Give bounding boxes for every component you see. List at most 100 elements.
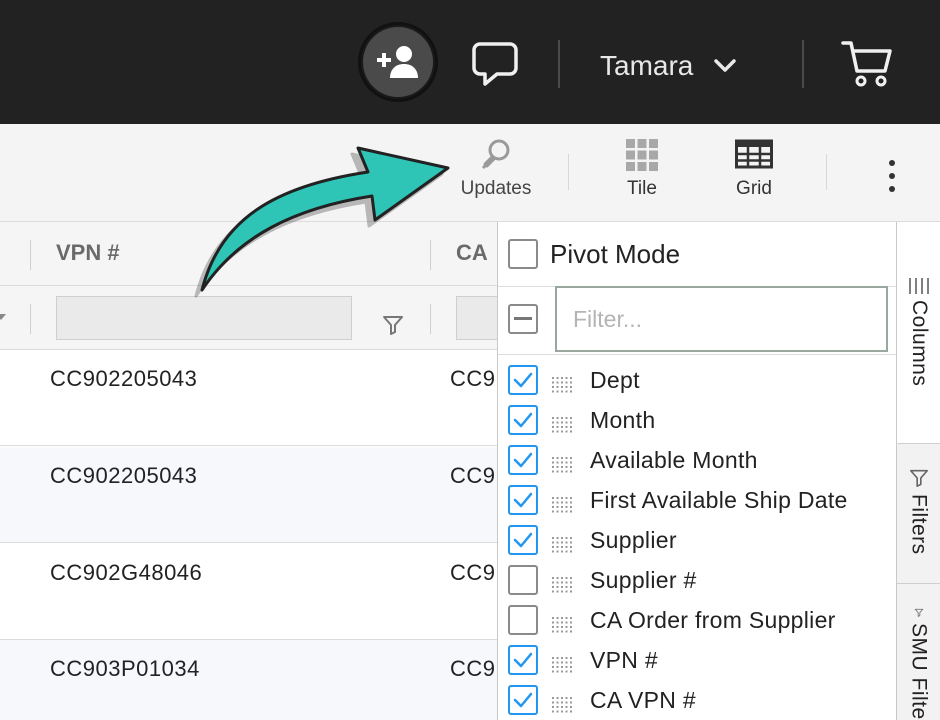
drag-handle-icon[interactable]	[552, 692, 574, 713]
grid-label: Grid	[736, 178, 772, 199]
column-label: Month	[590, 406, 656, 433]
columns-icon	[909, 278, 929, 294]
column-label: CA Order from Supplier	[590, 606, 836, 633]
drag-handle-icon[interactable]	[552, 532, 574, 553]
column-item[interactable]: Available Month	[508, 440, 898, 480]
table-row[interactable]: CC902205043 CC9	[0, 350, 498, 446]
column-checkbox[interactable]	[508, 485, 538, 515]
column-item[interactable]: Month	[508, 400, 898, 440]
drag-handle-icon[interactable]	[552, 372, 574, 393]
tab-columns[interactable]: Columns	[897, 222, 940, 444]
column-item[interactable]: Supplier	[508, 520, 898, 560]
columns-tool-panel: Pivot Mode Dept Month Available Month First…	[497, 222, 897, 720]
table-row[interactable]: CC903P01034 CC9	[0, 640, 498, 720]
add-user-button[interactable]	[358, 22, 438, 102]
cell-ca: CC9	[450, 366, 496, 391]
chat-button[interactable]	[466, 36, 524, 92]
pivot-mode-label: Pivot Mode	[550, 238, 681, 269]
column-list: Dept Month Available Month First Available …	[508, 360, 898, 720]
column-divider	[30, 304, 31, 334]
drag-handle-icon[interactable]	[552, 652, 574, 673]
column-checkbox[interactable]	[508, 605, 538, 635]
updates-button[interactable]: Updates	[452, 138, 540, 200]
drag-handle-icon[interactable]	[552, 572, 574, 593]
drag-handle-icon[interactable]	[552, 452, 574, 473]
more-vertical-icon	[889, 160, 895, 166]
cell-vpn: CC903P01034	[50, 656, 200, 681]
table-row[interactable]: CC902G48046 CC9	[0, 544, 498, 640]
tab-filters-label: Filters	[907, 494, 931, 555]
tab-smu-filters-label: SMU Filte	[907, 623, 931, 720]
column-item[interactable]: CA VPN #	[508, 680, 898, 720]
column-label: Available Month	[590, 446, 758, 473]
column-label: Dept	[590, 366, 640, 393]
select-all-checkbox[interactable]	[508, 304, 538, 334]
tab-columns-label: Columns	[908, 300, 931, 387]
tile-label: Tile	[627, 178, 657, 199]
column-checkbox[interactable]	[508, 525, 538, 555]
panel-divider	[498, 354, 896, 355]
filter-caret-icon	[0, 314, 6, 320]
filter-icon	[909, 469, 928, 487]
grid-view-button[interactable]: Grid	[718, 138, 790, 200]
checkmark-icon	[513, 652, 533, 668]
data-grid: VPN # CA CC902205043 CC9 CC902205043 CC9…	[0, 222, 498, 720]
filter-icon[interactable]	[382, 314, 404, 336]
tab-filters[interactable]: Filters	[897, 444, 940, 584]
vpn-filter-input[interactable]	[56, 296, 352, 340]
cell-ca: CC9	[450, 463, 496, 488]
tab-smu-filters[interactable]: SMU Filte	[897, 584, 940, 720]
grid-header-row: VPN # CA	[0, 222, 498, 286]
checkmark-icon	[513, 412, 533, 428]
column-item[interactable]: VPN #	[508, 640, 898, 680]
header-ca[interactable]: CA	[456, 240, 488, 266]
drag-handle-icon[interactable]	[552, 492, 574, 513]
toolbar-divider	[568, 154, 569, 190]
cell-vpn: CC902205043	[50, 463, 198, 488]
ca-filter-input[interactable]	[456, 296, 498, 340]
indeterminate-icon	[514, 317, 532, 320]
column-item[interactable]: Dept	[508, 360, 898, 400]
filter-icon	[914, 608, 923, 617]
grid-filter-row	[0, 286, 498, 350]
column-filter-input[interactable]	[555, 286, 888, 352]
column-item[interactable]: Supplier #	[508, 560, 898, 600]
tile-view-button[interactable]: Tile	[606, 138, 678, 200]
column-resize-handle[interactable]	[30, 240, 31, 270]
column-item[interactable]: First Available Ship Date	[508, 480, 898, 520]
checkmark-icon	[513, 372, 533, 388]
grid-icon	[735, 139, 773, 169]
column-resize-handle[interactable]	[430, 240, 431, 270]
table-row[interactable]: CC902205043 CC9	[0, 447, 498, 543]
column-label: VPN #	[590, 646, 658, 673]
column-item[interactable]: CA Order from Supplier	[508, 600, 898, 640]
cart-button[interactable]	[838, 36, 898, 92]
side-bar-tabs: Columns Filters SMU Filte	[897, 222, 940, 720]
toolbar-divider	[826, 154, 827, 190]
pivot-mode-checkbox[interactable]	[508, 239, 538, 269]
more-options-button[interactable]	[878, 152, 906, 200]
column-checkbox[interactable]	[508, 645, 538, 675]
column-checkbox[interactable]	[508, 565, 538, 595]
drag-handle-icon[interactable]	[552, 412, 574, 433]
cell-ca: CC9	[450, 656, 496, 681]
user-name: Tamara	[600, 50, 694, 81]
checkmark-icon	[513, 452, 533, 468]
checkmark-icon	[513, 492, 533, 508]
drag-handle-icon[interactable]	[552, 612, 574, 633]
add-user-icon	[363, 27, 433, 97]
header-vpn[interactable]: VPN #	[56, 240, 120, 266]
column-checkbox[interactable]	[508, 365, 538, 395]
column-checkbox[interactable]	[508, 685, 538, 715]
column-label: Supplier	[590, 526, 677, 553]
pivot-mode-toggle[interactable]: Pivot Mode	[508, 236, 680, 272]
column-checkbox[interactable]	[508, 445, 538, 475]
cell-vpn: CC902205043	[50, 366, 198, 391]
tile-icon	[626, 139, 658, 171]
user-menu[interactable]: Tamara	[600, 40, 737, 92]
top-navigation-bar: Tamara	[0, 0, 940, 124]
column-label: Supplier #	[590, 566, 697, 593]
column-label: First Available Ship Date	[590, 486, 848, 513]
column-checkbox[interactable]	[508, 405, 538, 435]
updates-icon	[481, 139, 510, 170]
